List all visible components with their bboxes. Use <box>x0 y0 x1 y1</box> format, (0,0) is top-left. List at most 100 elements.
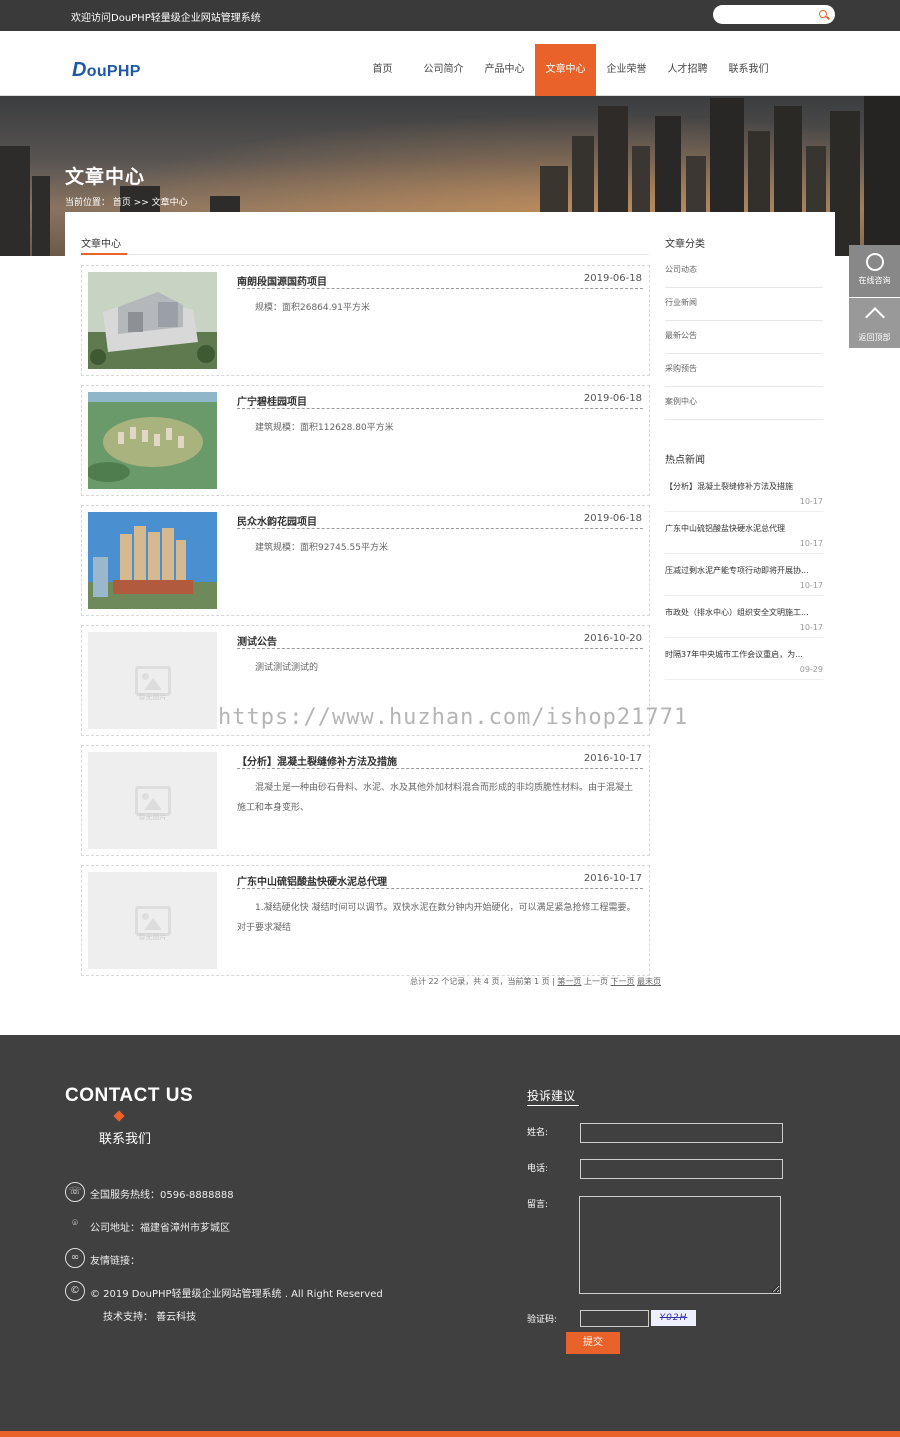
search-box[interactable] <box>713 5 835 24</box>
article-date: 2019-06-18 <box>583 273 642 284</box>
article-date: 2016-10-17 <box>583 873 642 884</box>
image-placeholder-icon <box>134 785 171 816</box>
article-summary: 混凝土是一种由砂石骨料、水泥、水及其他外加材料混合而形成的非均质脆性材料。由于混… <box>237 783 634 813</box>
article-thumbnail[interactable]: 暂无图片 <box>88 872 217 969</box>
article-summary: 建筑规模：面积92745.55平方米 <box>255 543 388 553</box>
article-date: 2019-06-18 <box>583 513 642 524</box>
hot-news-item[interactable]: 压减过剩水泥产能专项行动即将开展协... 10-17 <box>665 554 823 596</box>
article-title[interactable]: 南朗段国源国药项目 <box>237 273 327 288</box>
article-item[interactable]: 暂无图片 广东中山硫铝酸盐快硬水泥总代理 2016-10-17 1.凝结硬化快 … <box>81 865 650 976</box>
search-icon[interactable] <box>819 10 827 18</box>
phone-field[interactable] <box>580 1159 783 1179</box>
pager-summary: 总计 22 个记录，共 4 页，当前第 1 页 | <box>410 977 555 986</box>
article-title[interactable]: 【分析】混凝土裂缝修补方法及措施 <box>237 753 397 768</box>
section-title: 文章中心 <box>81 239 121 250</box>
top-bar: 欢迎访问DouPHP轻量级企业网站管理系统 <box>0 0 900 31</box>
nav-home[interactable]: 首页 <box>352 44 413 96</box>
article-date: 2016-10-17 <box>583 753 642 764</box>
category-list: 公司动态 行业新闻 最新公告 采购预告 案例中心 <box>665 255 823 420</box>
content-panel: 文章中心 南朗段国源国药项目 2019-06-18 规模：面积26864.91平… <box>65 212 835 1002</box>
page-title: 文章中心 <box>65 166 146 188</box>
category-item[interactable]: 行业新闻 <box>665 288 823 321</box>
image-placeholder-icon <box>134 905 171 936</box>
online-consult-button[interactable]: 在线咨询 <box>849 245 900 297</box>
nav-honors[interactable]: 企业荣誉 <box>596 44 657 96</box>
article-item[interactable]: 南朗段国源国药项目 2019-06-18 规模：面积26864.91平方米 <box>81 265 650 376</box>
breadcrumb[interactable]: 当前位置： 首页 >> 文章中心 <box>65 195 188 208</box>
article-summary: 规模：面积26864.91平方米 <box>255 303 370 313</box>
contact-title: CONTACT US <box>65 1085 194 1106</box>
copyright-text: © 2019 DouPHP轻量级企业网站管理系统 . All Right Res… <box>90 1289 383 1300</box>
pager-last[interactable]: 最末页 <box>637 977 661 986</box>
hotline-text: 全国服务热线：0596-8888888 <box>90 1190 234 1201</box>
address-text: 公司地址：福建省漳州市芗城区 <box>90 1223 230 1234</box>
name-label: 姓名: <box>527 1128 549 1138</box>
article-summary: 测试测试测试的 <box>255 663 319 673</box>
category-title: 文章分类 <box>665 239 705 250</box>
article-title[interactable]: 测试公告 <box>237 633 277 648</box>
hot-news-item[interactable]: 市政处（排水中心）组织安全文明施工... 10-17 <box>665 596 823 638</box>
form-title: 投诉建议 <box>527 1089 576 1103</box>
links-text: 友情链接： <box>90 1256 140 1267</box>
article-item[interactable]: 广宁碧桂园项目 2019-06-18 建筑规模：面积112628.80平方米 <box>81 385 650 496</box>
nav-articles[interactable]: 文章中心 <box>535 44 596 96</box>
message-label: 留言: <box>527 1200 549 1210</box>
image-placeholder-icon <box>134 665 171 696</box>
pager-next[interactable]: 下一页 <box>611 977 635 986</box>
category-item[interactable]: 采购预告 <box>665 354 823 387</box>
category-item[interactable]: 最新公告 <box>665 321 823 354</box>
pagination: 总计 22 个记录，共 4 页，当前第 1 页 | 第一页 上一页 下一页 最末… <box>410 976 661 987</box>
submit-button[interactable]: 提交 <box>566 1332 620 1354</box>
captcha-field[interactable] <box>580 1310 649 1327</box>
nav-contact[interactable]: 联系我们 <box>718 44 779 96</box>
article-date: 2019-06-18 <box>583 393 642 404</box>
article-date: 2016-10-20 <box>583 633 642 644</box>
nav-about[interactable]: 公司简介 <box>413 44 474 96</box>
hot-news-title: 热点新闻 <box>665 455 705 466</box>
hot-news-item[interactable]: 广东中山硫铝酸盐快硬水泥总代理 10-17 <box>665 512 823 554</box>
name-field[interactable] <box>580 1123 783 1143</box>
main-nav: 首页 公司简介 产品中心 文章中心 企业荣誉 人才招聘 联系我们 <box>352 44 779 96</box>
hot-news-list: 【分析】混凝土裂缝修补方法及措施 10-17 广东中山硫铝酸盐快硬水泥总代理 10-… <box>665 470 823 680</box>
diamond-icon <box>113 1110 125 1122</box>
captcha-label: 验证码: <box>527 1315 558 1325</box>
chevron-up-icon <box>864 307 885 327</box>
footer-accent-bar <box>0 1431 900 1437</box>
hot-news-item[interactable]: 【分析】混凝土裂缝修补方法及措施 10-17 <box>665 470 823 512</box>
link-icon: ∞ <box>65 1248 85 1268</box>
article-thumbnail[interactable] <box>88 512 217 609</box>
welcome-text: 欢迎访问DouPHP轻量级企业网站管理系统 <box>71 13 261 24</box>
footer: CONTACT US 联系我们 ☏ 全国服务热线：0596-8888888 ⌾ … <box>0 1035 900 1437</box>
nav-products[interactable]: 产品中心 <box>474 44 535 96</box>
headset-icon <box>865 253 884 271</box>
article-title[interactable]: 广东中山硫铝酸盐快硬水泥总代理 <box>237 873 387 888</box>
article-item[interactable]: 民众水韵花园项目 2019-06-18 建筑规模：面积92745.55平方米 <box>81 505 650 616</box>
hot-news-item[interactable]: 时隔37年中央城市工作会议重启，为... 09-29 <box>665 638 823 680</box>
search-input[interactable] <box>721 7 815 22</box>
pager-first[interactable]: 第一页 <box>557 977 581 986</box>
article-thumbnail[interactable] <box>88 272 217 369</box>
copyright-icon: © <box>65 1281 85 1301</box>
category-item[interactable]: 公司动态 <box>665 255 823 288</box>
back-to-top-button[interactable]: 返回顶部 <box>849 298 900 348</box>
phone-label: 电话: <box>527 1164 549 1174</box>
header: DouPHP 首页 公司简介 产品中心 文章中心 企业荣誉 人才招聘 联系我们 <box>0 31 900 96</box>
article-summary: 建筑规模：面积112628.80平方米 <box>255 423 394 433</box>
article-item[interactable]: 暂无图片 【分析】混凝土裂缝修补方法及措施 2016-10-17 混凝土是一种由… <box>81 745 650 856</box>
contact-subtitle: 联系我们 <box>99 1132 152 1147</box>
article-thumbnail[interactable]: 暂无图片 <box>88 632 217 729</box>
article-thumbnail[interactable]: 暂无图片 <box>88 752 217 849</box>
article-title[interactable]: 民众水韵花园项目 <box>237 513 317 528</box>
message-field[interactable] <box>579 1196 781 1294</box>
nav-jobs[interactable]: 人才招聘 <box>657 44 718 96</box>
phone-icon: ☏ <box>65 1182 85 1202</box>
category-item[interactable]: 案例中心 <box>665 387 823 420</box>
pager-prev: 上一页 <box>583 977 608 986</box>
watermark: https://www.huzhan.com/ishop21771 <box>218 705 689 730</box>
article-summary: 1.凝结硬化快 凝结时间可以调节。双快水泥在数分钟内开始硬化，可以满足紧急抢修工… <box>237 903 636 933</box>
article-thumbnail[interactable] <box>88 392 217 489</box>
article-title[interactable]: 广宁碧桂园项目 <box>237 393 307 408</box>
support-text: 技术支持： 善云科技 <box>103 1312 197 1323</box>
captcha-image[interactable]: Y02H <box>651 1310 696 1326</box>
logo[interactable]: DouPHP <box>72 59 141 82</box>
